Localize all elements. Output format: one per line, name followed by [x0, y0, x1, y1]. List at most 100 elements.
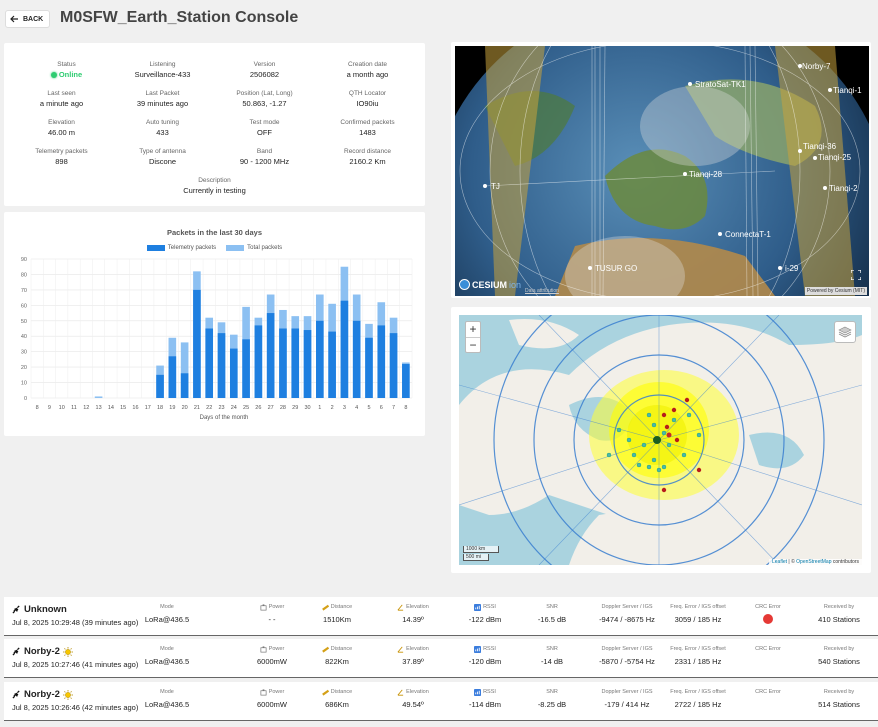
x-tick-label: 8: [404, 405, 407, 411]
info-confirmed-packets: Confirmed packets 1483: [340, 119, 395, 137]
x-tick-label: 5: [367, 405, 370, 411]
signal-icon: [474, 604, 482, 611]
back-label: BACK: [23, 15, 44, 23]
scale-km: 1000 km: [463, 546, 499, 553]
leaflet-map-view[interactable]: + − 1000 km 500 mi Leaflet | © OpenStree…: [459, 315, 862, 565]
zoom-control: + −: [465, 321, 481, 353]
cesium-logo[interactable]: CESIUM ion: [459, 279, 521, 290]
bar-telemetry: [266, 313, 275, 398]
info-creation-date: Creation date a month ago: [346, 61, 389, 79]
satellite-name[interactable]: Norby-2: [12, 646, 73, 657]
bar-telemetry: [352, 320, 361, 398]
x-axis-label: Days of the month: [200, 415, 249, 421]
ruler-icon: [321, 604, 329, 611]
obs-power: Power 6000mW: [256, 646, 287, 666]
x-tick-label: 12: [83, 405, 89, 411]
info-status: Status Online: [14, 60, 119, 80]
packets-chart-card: Packets in the last 30 days Telemetry pa…: [4, 212, 425, 436]
info-position: Position (Lat, Long) 50.863, -1.27: [236, 90, 293, 108]
zoom-in-button[interactable]: +: [466, 322, 480, 337]
bar-telemetry: [340, 300, 349, 398]
globe-label: StratoSat-TK1: [695, 80, 746, 89]
info-last-packet: Last Packet 39 minutes ago: [136, 90, 189, 108]
obs-distance: Distance 822Km: [312, 645, 362, 666]
satellite-icon: [12, 690, 20, 699]
obs-snr: SNR -16.5 dB: [537, 604, 567, 624]
observation-row[interactable]: Norby-2 Jul 8, 2025 10:27:46 (41 minutes …: [4, 639, 878, 678]
x-tick-label: 17: [145, 405, 151, 411]
x-tick-label: 6: [380, 405, 383, 411]
x-tick-label: 1: [318, 405, 321, 411]
powered-by-cesium[interactable]: Powered by Cesium (MIT): [804, 287, 867, 295]
observation-row[interactable]: Unknown Jul 8, 2025 10:29:48 (39 minutes …: [4, 597, 878, 636]
bar-telemetry: [254, 325, 263, 398]
obs-snr: SNR -14 dB: [540, 646, 564, 666]
data-attribution-link[interactable]: Data attribution: [525, 288, 559, 294]
x-tick-label: 10: [59, 405, 65, 411]
y-tick-label: 70: [21, 288, 27, 294]
x-tick-label: 30: [304, 405, 310, 411]
power-icon: [260, 689, 267, 696]
globe-label: Tianqi-1: [833, 86, 862, 95]
satellite-name[interactable]: Unknown: [12, 604, 67, 615]
fullscreen-icon[interactable]: [851, 270, 861, 280]
info-antenna-type: Type of antenna Discone: [139, 148, 186, 166]
map-scale: 1000 km 500 mi: [463, 545, 499, 561]
bar-telemetry: [205, 328, 214, 398]
y-tick-label: 80: [21, 272, 27, 278]
globe-label: i-29: [785, 264, 799, 273]
globe-label: ConnectaT-1: [725, 230, 771, 239]
x-tick-label: 23: [218, 405, 224, 411]
info-test-mode: Test mode OFF: [249, 119, 280, 137]
sun-icon: [62, 646, 73, 657]
x-tick-label: 15: [120, 405, 126, 411]
layers-button[interactable]: [834, 321, 856, 343]
obs-distance: Distance 686Km: [312, 688, 362, 709]
leaflet-link[interactable]: Leaflet: [772, 559, 787, 565]
x-tick-label: 24: [231, 405, 237, 411]
x-tick-label: 13: [96, 405, 102, 411]
y-tick-label: 20: [21, 365, 27, 371]
info-band: Band 90 - 1200 MHz: [239, 148, 290, 166]
obs-mode: Mode LoRa@436.5: [144, 604, 190, 624]
signal-icon: [474, 646, 482, 653]
back-button[interactable]: BACK: [5, 10, 50, 28]
bar-telemetry: [168, 356, 177, 398]
bar-telemetry: [402, 364, 410, 398]
obs-elevation: Elevation 37.89º: [388, 645, 438, 666]
y-tick-label: 60: [21, 303, 27, 309]
bar-telemetry: [377, 325, 386, 398]
bar-telemetry: [328, 331, 336, 398]
obs-mode: Mode LoRa@436.5: [144, 689, 190, 709]
globe-label: Tianqi-2: [829, 184, 858, 193]
x-tick-label: 28: [280, 405, 286, 411]
cesium-globe-view[interactable]: Norby-7 Tianqi-1 StratoSat-TK1 Tianqi-36…: [455, 46, 869, 296]
x-tick-label: 4: [355, 405, 358, 411]
packets-bar-chart: Days of the month 0 10 20 30 40 50 60 70 80 90 8 9 1…: [21, 257, 413, 421]
obs-doppler: Doppler Server / IGS -9474 / -8675 Hz: [599, 604, 655, 624]
globe-graphic: Norby-7 Tianqi-1 StratoSat-TK1 Tianqi-36…: [455, 46, 869, 296]
y-tick-label: 50: [21, 319, 27, 325]
obs-elevation: Elevation 49.54º: [388, 688, 438, 709]
angle-icon: [397, 646, 404, 653]
bar-telemetry: [365, 337, 373, 398]
x-tick-label: 18: [157, 405, 163, 411]
satellite-name[interactable]: Norby-2: [12, 689, 73, 700]
obs-rssi: RSSI -120 dBm: [468, 646, 502, 666]
obs-doppler: Doppler Server / IGS -5870 / -5754 Hz: [599, 646, 655, 666]
info-last-seen: Last seen a minute ago: [39, 90, 84, 108]
osm-link[interactable]: OpenStreetMap: [796, 559, 831, 565]
obs-rssi: RSSI -122 dBm: [468, 604, 502, 624]
zoom-out-button[interactable]: −: [466, 337, 480, 352]
bar-telemetry: [291, 328, 300, 398]
observation-row[interactable]: Norby-2 Jul 8, 2025 10:26:46 (42 minutes …: [4, 682, 878, 721]
cesium-logo-icon: [459, 279, 470, 290]
globe-label: Tianqi-25: [818, 153, 852, 162]
x-tick-label: 29: [292, 405, 298, 411]
info-listening: Listening Surveillance-433: [134, 61, 191, 79]
page-title: M0SFW_Earth_Station Console: [60, 9, 299, 26]
layers-icon: [838, 326, 852, 338]
globe-label: Tianqi-36: [803, 142, 837, 151]
y-tick-label: 10: [21, 381, 27, 387]
obs-power: Power 6000mW: [256, 689, 287, 709]
